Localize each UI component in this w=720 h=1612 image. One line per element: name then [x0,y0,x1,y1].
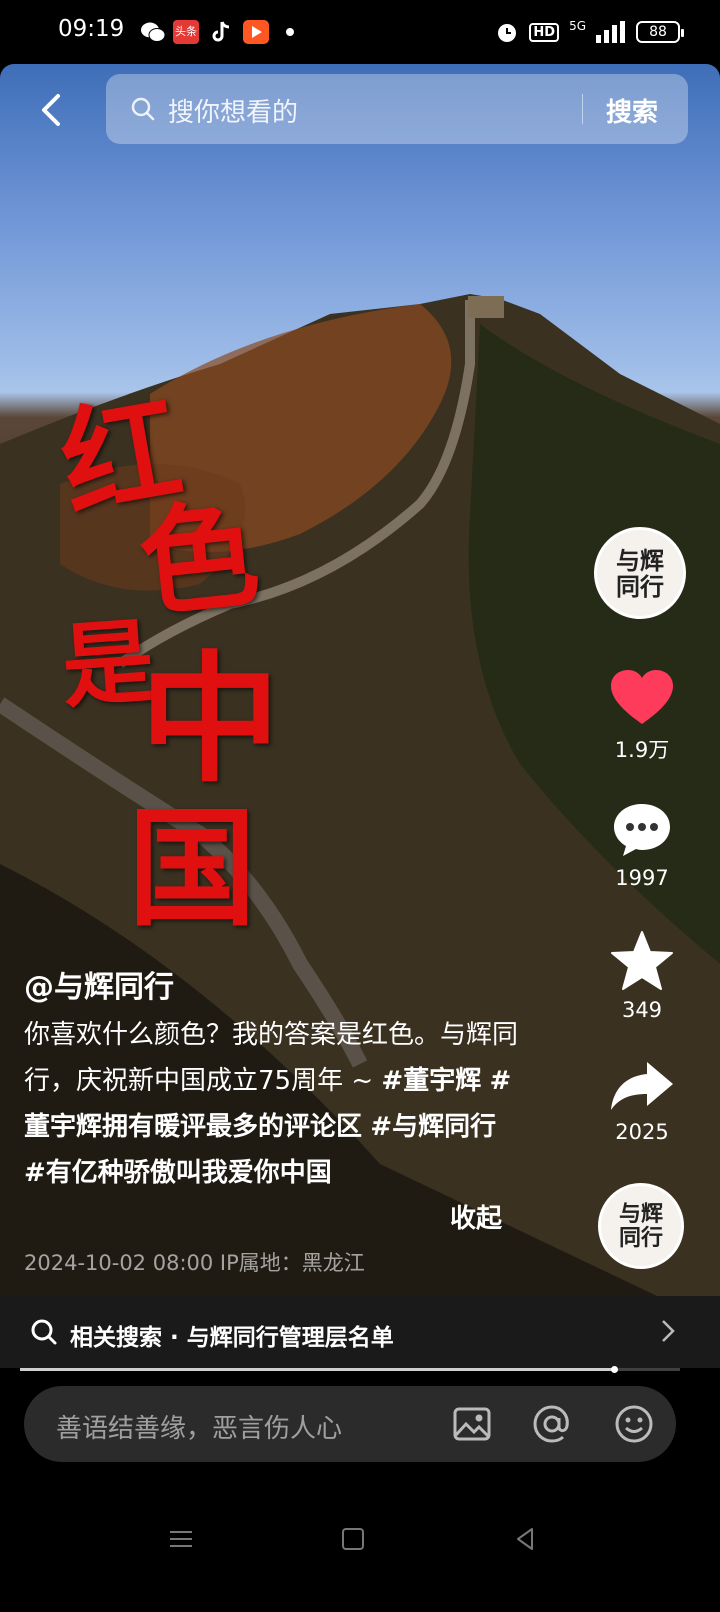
author-name[interactable]: @与辉同行 [24,962,174,1006]
share-icon [611,1062,673,1110]
network-label: 5G [569,19,586,33]
avatar-line2: 同行 [616,572,664,601]
disc-line1: 与辉 [618,1201,663,1227]
search-input[interactable]: 搜你想看的 搜索 [106,74,688,144]
post-meta: 2024-10-02 08:00 IP属地：黑龙江 [24,1251,365,1275]
status-time: 09:19 [58,16,125,42]
at-icon[interactable] [532,1404,572,1444]
comment-button[interactable]: 1997 [600,800,684,890]
heart-icon [611,670,673,724]
video-progress-bar[interactable] [20,1366,680,1373]
notification-dot [286,28,294,36]
home-icon[interactable] [338,1524,368,1554]
hd-badge: HD [529,22,560,42]
like-count: 1.9万 [614,738,670,762]
share-button[interactable]: 2025 [600,1058,684,1144]
share-count: 2025 [615,1120,669,1144]
comment-count: 1997 [615,866,669,890]
favorite-button[interactable]: 349 [600,930,684,1022]
battery-icon: 88 [636,21,684,43]
title-char: 中 [140,638,281,802]
comment-placeholder: 善语结善缘，恶言伤人心 [56,1414,343,1444]
favorite-count: 349 [621,998,663,1022]
search-divider [582,94,583,124]
toutiao-icon: 头条 [173,20,199,44]
collapse-button[interactable]: 收起 [450,1198,502,1235]
star-icon [611,931,673,990]
author-avatar[interactable]: 与辉 同行 [594,527,686,619]
video-app-icon [243,20,269,44]
search-icon [31,1319,57,1345]
status-bar: 09:19 头条 HD 5G 88 [0,0,720,64]
avatar-line1: 与辉 [616,546,664,575]
hashtag[interactable]: #董宇辉 [381,1066,481,1096]
title-char: 国 [128,794,257,944]
chevron-right-icon [662,1320,675,1342]
emoji-icon[interactable] [614,1404,654,1444]
disc-line2: 同行 [618,1225,663,1251]
wechat-icon [141,22,166,42]
tiktok-icon [212,21,230,42]
hashtag[interactable]: #与辉同行 [370,1112,496,1142]
status-indicators: HD 5G 88 [495,18,684,46]
alarm-icon [498,24,517,42]
progress-knob[interactable] [611,1366,618,1373]
search-placeholder: 搜你想看的 [168,98,299,128]
back-arrow-icon[interactable] [30,88,74,132]
search-button[interactable]: 搜索 [606,92,658,129]
related-search-bar[interactable]: 相关搜索 · 与辉同行管理层名单 [0,1296,720,1368]
search-icon [131,97,155,121]
image-icon[interactable] [452,1404,492,1444]
music-disc[interactable]: 与辉 同行 [598,1183,684,1269]
comment-input[interactable]: 善语结善缘，恶言伤人心 [24,1386,676,1462]
hashtag[interactable]: #有亿种骄傲叫我爱你中国 [24,1158,332,1188]
related-search-text: 相关搜索 · 与辉同行管理层名单 [70,1325,394,1351]
system-nav-bar [0,1480,720,1612]
recents-icon[interactable] [166,1524,196,1554]
progress-fill [20,1368,614,1371]
signal-icon [596,21,625,43]
comment-icon [614,804,670,856]
title-char: 色 [133,483,265,634]
back-icon[interactable] [510,1524,540,1554]
like-button[interactable]: 1.9万 [600,668,684,764]
video-caption: 你喜欢什么颜色？我的答案是红色。与辉同行，庆祝新中国成立75周年 ~ #董宇辉 … [24,1012,524,1196]
